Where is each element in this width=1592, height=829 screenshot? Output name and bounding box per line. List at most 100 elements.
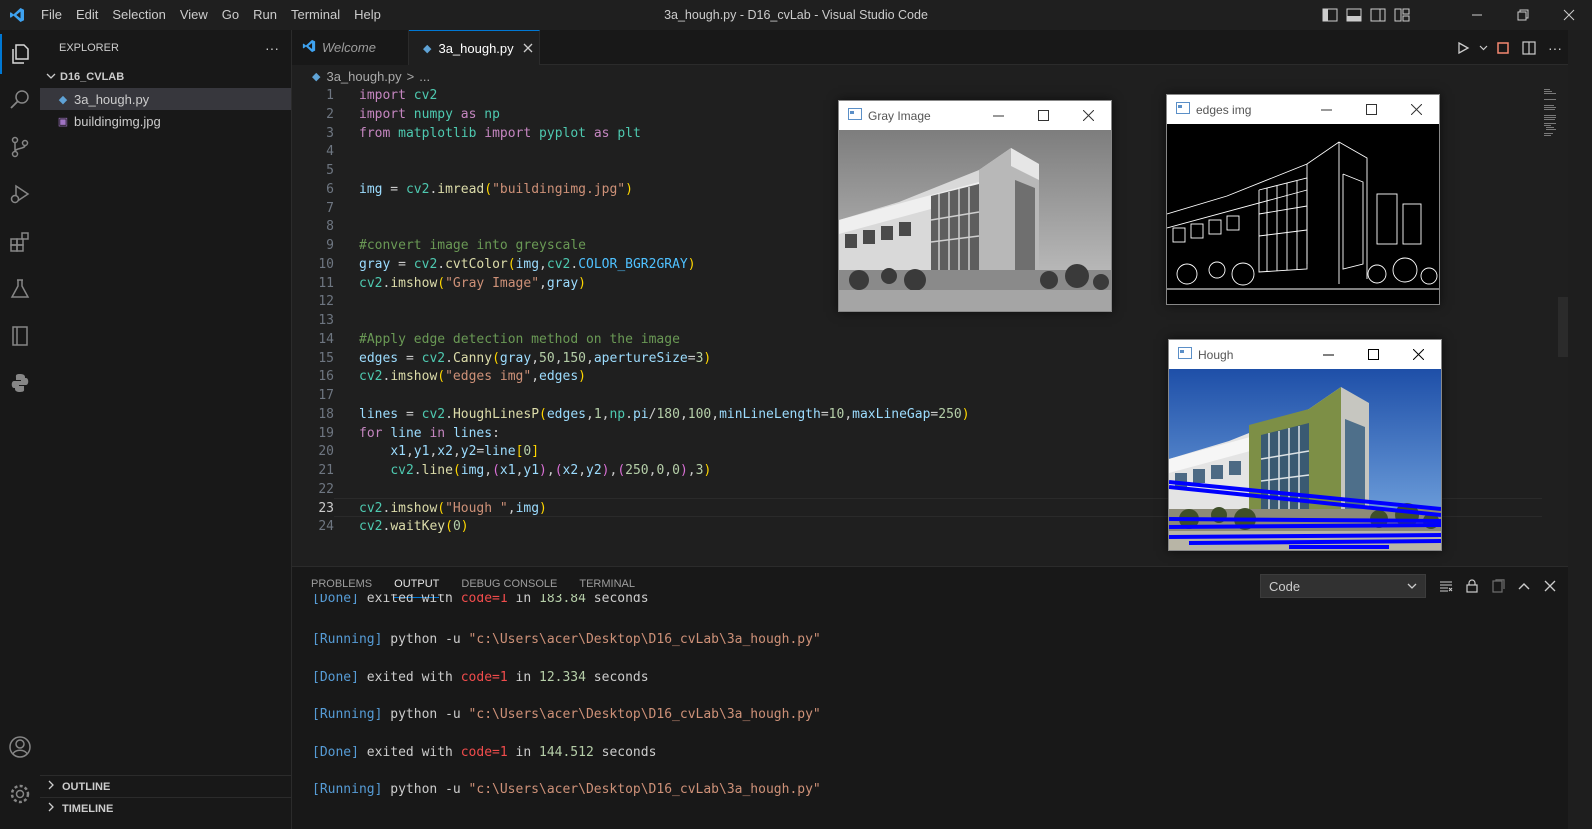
editor-scrollbar[interactable] — [1556, 87, 1568, 566]
close-icon[interactable] — [1066, 101, 1111, 130]
file-label: buildingimg.jpg — [74, 113, 161, 129]
window-title: Gray Image — [868, 108, 931, 123]
file-item-buildingimg[interactable]: ▣ buildingimg.jpg — [40, 110, 291, 132]
toggle-secondary-sidebar-icon[interactable] — [1366, 0, 1390, 30]
line-number: 5 — [326, 163, 334, 178]
toggle-panel-icon[interactable] — [1342, 0, 1366, 30]
breadcrumb-separator: > — [406, 68, 415, 84]
code-line-24: cv2.waitKey(0) — [359, 519, 469, 535]
code-line-23: cv2.imshow("Hough ",img) — [359, 500, 547, 516]
code-line-3: from matplotlib import pyplot as plt — [359, 125, 641, 141]
code-line-11: cv2.imshow("Gray Image",gray) — [359, 275, 586, 291]
code-line-10: gray = cv2.cvtColor(img,cv2.COLOR_BGR2GR… — [359, 256, 696, 272]
tab-welcome[interactable]: Welcome — [292, 30, 409, 65]
minimize-icon[interactable] — [1304, 95, 1349, 124]
opencv-window-icon — [1176, 102, 1190, 117]
close-icon[interactable] — [1396, 340, 1441, 369]
search-icon[interactable] — [0, 80, 40, 120]
chevron-right-icon — [46, 780, 56, 793]
run-debug-icon[interactable] — [0, 174, 40, 214]
editor-more-actions-button[interactable]: ··· — [1542, 40, 1568, 56]
script-path: "c:\Users\acer\Desktop\D16_cvLab\3a_houg… — [468, 782, 821, 797]
tab-3a-hough[interactable]: ◆ 3a_hough.py — [409, 30, 540, 65]
opencv-window-icon — [848, 108, 862, 123]
output-text: in — [507, 745, 539, 760]
output-text: exited with — [358, 594, 461, 606]
menu-view[interactable]: View — [173, 0, 215, 30]
explorer-sidebar: EXPLORER ··· D16_CVLAB ◆ 3a_hough.py ▣ b… — [40, 30, 292, 829]
toggle-sidebar-icon[interactable] — [1318, 0, 1342, 30]
minimize-icon[interactable] — [976, 101, 1021, 130]
vscode-logo-icon — [0, 0, 34, 30]
stop-run-icon[interactable] — [1490, 41, 1516, 55]
output-channel-select[interactable]: Code — [1260, 574, 1426, 598]
run-dropdown-chevron-icon[interactable] — [1476, 43, 1490, 52]
outline-section[interactable]: OUTLINE — [40, 775, 291, 797]
run-python-icon[interactable] — [1450, 41, 1476, 55]
close-icon[interactable] — [1394, 95, 1439, 124]
output-text: python -u — [382, 782, 469, 797]
output-line: [Running] python -u "c:\Users\acer\Deskt… — [312, 780, 821, 800]
python-icon[interactable] — [0, 363, 40, 403]
menu-run[interactable]: Run — [246, 0, 284, 30]
maximize-icon[interactable] — [1349, 95, 1394, 124]
opencv-window-gray[interactable]: Gray Image — [838, 100, 1112, 312]
settings-gear-icon[interactable] — [0, 774, 40, 814]
opencv-window-hough[interactable]: Hough — [1168, 339, 1442, 551]
folder-d16-cvlab[interactable]: D16_CVLAB — [40, 66, 291, 88]
notebook-icon[interactable] — [0, 316, 40, 356]
timeline-label: TIMELINE — [62, 802, 114, 815]
close-panel-icon[interactable] — [1537, 580, 1563, 592]
explorer-icon[interactable] — [0, 34, 40, 74]
line-number: 11 — [318, 275, 334, 291]
maximize-icon[interactable] — [1351, 340, 1396, 369]
menu-go[interactable]: Go — [215, 0, 246, 30]
line-number: 23 — [318, 500, 334, 516]
outline-label: OUTLINE — [62, 780, 111, 793]
line-number: 19 — [318, 425, 334, 441]
menu-help[interactable]: Help — [347, 0, 388, 30]
line-number: 21 — [318, 463, 334, 478]
testing-flask-icon[interactable] — [0, 269, 40, 309]
menu-file[interactable]: File — [34, 0, 69, 30]
timeline-section[interactable]: TIMELINE — [40, 797, 291, 819]
line-number: 9 — [326, 238, 334, 253]
activity-bar — [0, 30, 40, 829]
window-titlebar[interactable]: Gray Image — [839, 101, 1111, 130]
menu-edit[interactable]: Edit — [69, 0, 105, 30]
output-line: [Done] exited with code=1 in 183.84 seco… — [312, 594, 649, 612]
open-log-file-icon[interactable] — [1485, 579, 1511, 593]
maximize-icon[interactable] — [1021, 101, 1066, 130]
breadcrumb-file[interactable]: 3a_hough.py — [326, 69, 401, 84]
more-actions-button[interactable]: ··· — [265, 40, 279, 56]
chevron-right-icon — [46, 802, 56, 815]
source-control-icon[interactable] — [0, 127, 40, 167]
close-tab-icon[interactable] — [523, 41, 533, 56]
title-bar: File Edit Selection View Go Run Terminal… — [0, 0, 1592, 30]
minimize-icon[interactable] — [1306, 340, 1351, 369]
account-icon[interactable] — [0, 727, 40, 767]
breadcrumb-symbol[interactable]: ... — [419, 69, 430, 84]
line-number: 2 — [326, 106, 334, 122]
opencv-window-edges[interactable]: edges img — [1166, 94, 1440, 305]
clear-output-icon[interactable] — [1433, 579, 1459, 593]
menu-selection[interactable]: Selection — [105, 0, 172, 30]
extensions-icon[interactable] — [0, 222, 40, 262]
output-line: [Done] exited with code=1 in 144.512 sec… — [312, 743, 656, 763]
line-number: 6 — [326, 181, 334, 197]
file-item-3a-hough[interactable]: ◆ 3a_hough.py — [40, 88, 291, 110]
line-number: 1 — [326, 88, 334, 103]
minimize-icon[interactable] — [1454, 0, 1500, 30]
menu-terminal[interactable]: Terminal — [284, 0, 347, 30]
close-icon[interactable] — [1546, 0, 1592, 30]
restore-icon[interactable] — [1500, 0, 1546, 30]
opencv-window-icon — [1178, 347, 1192, 362]
output-text: seconds — [585, 594, 649, 606]
customize-layout-icon[interactable] — [1390, 0, 1414, 30]
window-titlebar[interactable]: Hough — [1169, 340, 1441, 369]
split-editor-icon[interactable] — [1516, 40, 1542, 55]
scrollbar-thumb[interactable] — [1558, 297, 1568, 357]
maximize-panel-icon[interactable] — [1511, 579, 1537, 593]
window-titlebar[interactable]: edges img — [1167, 95, 1439, 124]
lock-scroll-icon[interactable] — [1459, 579, 1485, 593]
